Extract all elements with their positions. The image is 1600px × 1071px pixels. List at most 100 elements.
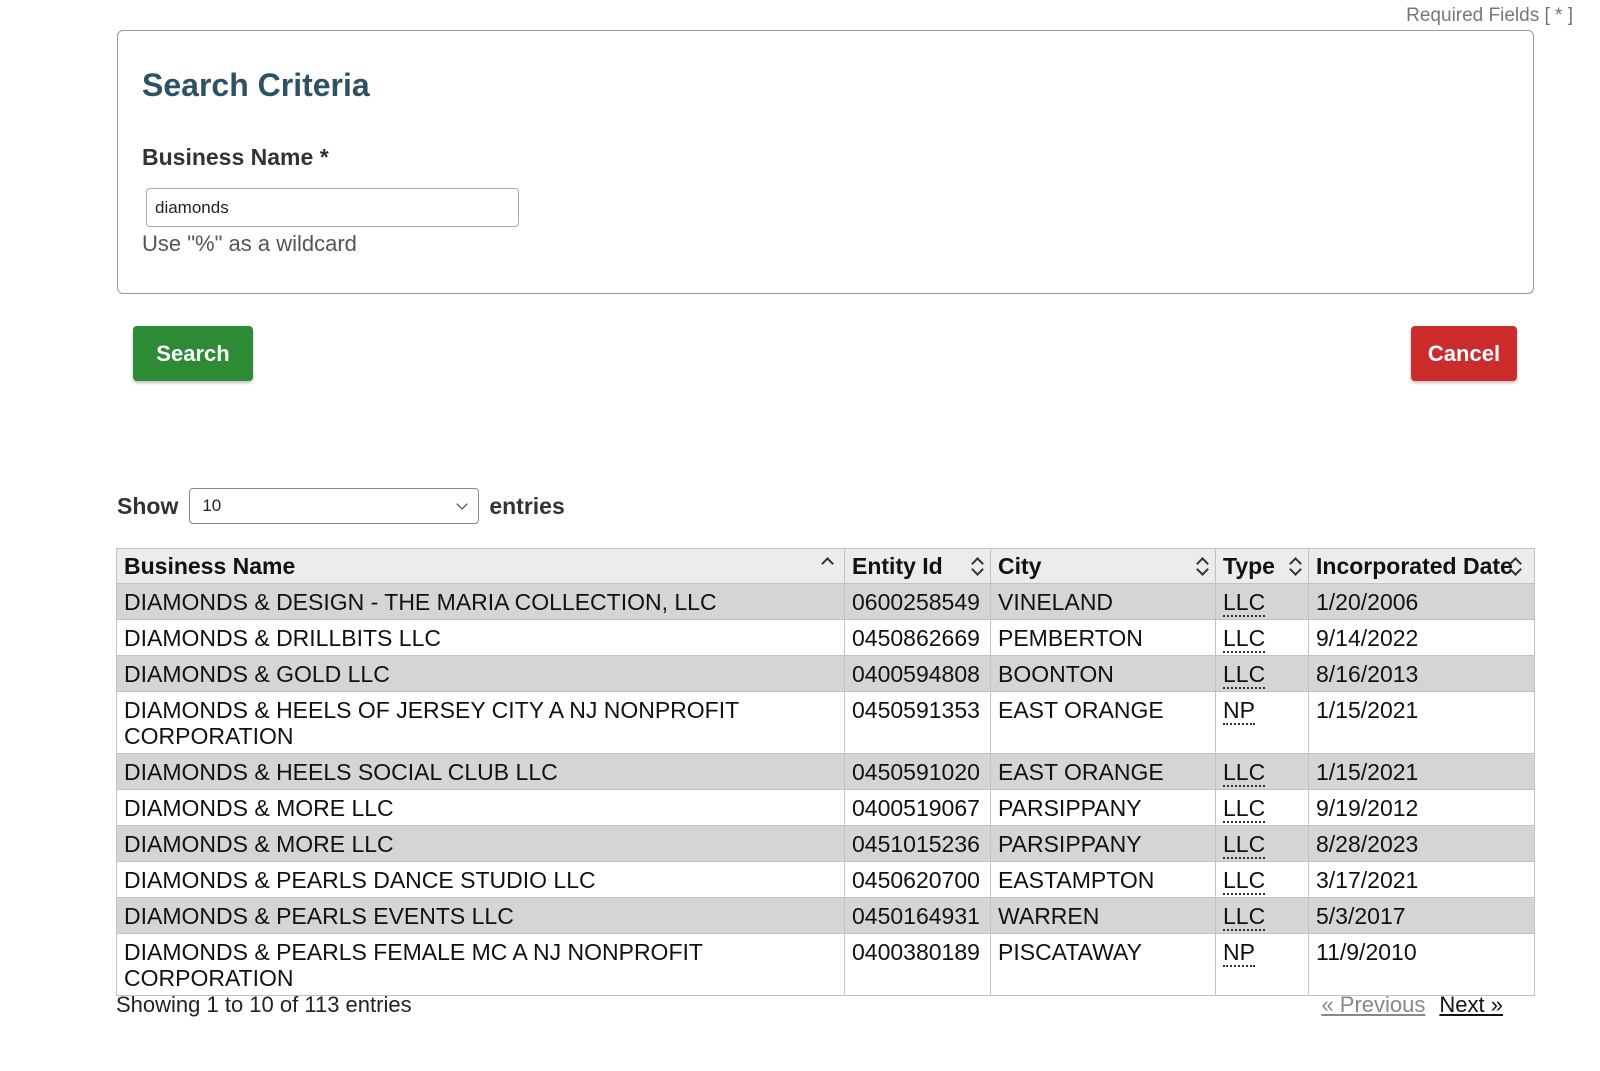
cell-type: LLC [1215, 789, 1309, 826]
type-abbr: LLC [1223, 903, 1266, 931]
sort-icon [970, 554, 984, 578]
type-abbr: LLC [1223, 831, 1266, 859]
cell-type: NP [1215, 933, 1309, 996]
type-abbr: LLC [1223, 625, 1266, 653]
cell-business-name[interactable]: DIAMONDS & HEELS SOCIAL CLUB LLC [116, 753, 845, 790]
cell-business-name[interactable]: DIAMONDS & HEELS OF JERSEY CITY A NJ NON… [116, 691, 845, 754]
sort-icon [1288, 554, 1302, 578]
cell-incorporated-date: 9/14/2022 [1308, 619, 1535, 656]
type-abbr: NP [1223, 697, 1255, 725]
type-abbr: LLC [1223, 759, 1266, 787]
type-abbr: LLC [1223, 867, 1266, 895]
sort-icon [1195, 554, 1209, 578]
cell-business-name[interactable]: DIAMONDS & DRILLBITS LLC [116, 619, 845, 656]
cell-entity-id: 0600258549 [844, 583, 991, 620]
cell-city: BOONTON [990, 655, 1216, 692]
col-header-entity-id[interactable]: Entity Id [844, 548, 991, 584]
business-name-label: Business Name * [142, 144, 329, 170]
cell-entity-id: 0400594808 [844, 655, 991, 692]
cell-city: PEMBERTON [990, 619, 1216, 656]
required-fields-note: Required Fields [ * ] [1406, 5, 1573, 26]
entries-per-page-value: 10 [202, 496, 222, 515]
table-row[interactable]: DIAMONDS & PEARLS DANCE STUDIO LLC 04506… [116, 861, 1535, 898]
table-row[interactable]: DIAMONDS & HEELS SOCIAL CLUB LLC 0450591… [116, 753, 1535, 790]
cell-entity-id: 0400519067 [844, 789, 991, 826]
cell-entity-id: 0450591353 [844, 691, 991, 754]
type-abbr: NP [1223, 939, 1255, 967]
cell-city: EASTAMPTON [990, 861, 1216, 898]
col-header-label: Entity Id [852, 553, 943, 579]
table-row[interactable]: DIAMONDS & MORE LLC 0400519067 PARSIPPAN… [116, 789, 1535, 826]
cell-type: LLC [1215, 655, 1309, 692]
cell-business-name[interactable]: DIAMONDS & PEARLS EVENTS LLC [116, 897, 845, 934]
cell-entity-id: 0400380189 [844, 933, 991, 996]
table-row[interactable]: DIAMONDS & HEELS OF JERSEY CITY A NJ NON… [116, 691, 1535, 754]
cell-type: LLC [1215, 825, 1309, 862]
cell-city: VINELAND [990, 583, 1216, 620]
col-header-label: Incorporated Date [1316, 553, 1513, 579]
sort-icon [1508, 554, 1522, 578]
cell-incorporated-date: 9/19/2012 [1308, 789, 1535, 826]
cell-city: EAST ORANGE [990, 691, 1216, 754]
type-abbr: LLC [1223, 589, 1266, 617]
cell-entity-id: 0450591020 [844, 753, 991, 790]
cell-business-name[interactable]: DIAMONDS & DESIGN - THE MARIA COLLECTION… [116, 583, 845, 620]
entries-per-page-select[interactable]: 10 [189, 488, 480, 524]
cell-city: EAST ORANGE [990, 753, 1216, 790]
cell-incorporated-date: 1/20/2006 [1308, 583, 1535, 620]
table-row[interactable]: DIAMONDS & PEARLS EVENTS LLC 0450164931 … [116, 897, 1535, 934]
col-header-city[interactable]: City [990, 548, 1216, 584]
cell-entity-id: 0451015236 [844, 825, 991, 862]
type-abbr: LLC [1223, 661, 1266, 689]
col-header-label: Business Name [124, 553, 296, 579]
table-info: Showing 1 to 10 of 113 entries [116, 992, 412, 1017]
cell-business-name[interactable]: DIAMONDS & MORE LLC [116, 789, 845, 826]
cell-city: PARSIPPANY [990, 789, 1216, 826]
chevron-down-icon [456, 498, 469, 510]
col-header-label: City [998, 553, 1042, 579]
cell-incorporated-date: 11/9/2010 [1308, 933, 1535, 996]
col-header-business-name[interactable]: Business Name [116, 548, 845, 584]
pagination: « Previous Next » [1321, 992, 1503, 1018]
cell-city: PARSIPPANY [990, 825, 1216, 862]
table-row[interactable]: DIAMONDS & DESIGN - THE MARIA COLLECTION… [116, 583, 1535, 620]
cell-business-name[interactable]: DIAMONDS & MORE LLC [116, 825, 845, 862]
results-table: Business Name Entity Id City Type Incorp… [116, 548, 1535, 996]
table-row[interactable]: DIAMONDS & MORE LLC 0451015236 PARSIPPAN… [116, 825, 1535, 862]
show-label: Show [117, 492, 179, 519]
cell-incorporated-date: 3/17/2021 [1308, 861, 1535, 898]
cell-entity-id: 0450862669 [844, 619, 991, 656]
table-row[interactable]: DIAMONDS & GOLD LLC 0400594808 BOONTON L… [116, 655, 1535, 692]
search-button[interactable]: Search [133, 326, 253, 381]
cell-entity-id: 0450164931 [844, 897, 991, 934]
cell-type: LLC [1215, 583, 1309, 620]
table-row[interactable]: DIAMONDS & PEARLS FEMALE MC A NJ NONPROF… [116, 933, 1535, 996]
cell-city: PISCATAWAY [990, 933, 1216, 996]
col-header-type[interactable]: Type [1215, 548, 1309, 584]
cell-business-name[interactable]: DIAMONDS & PEARLS DANCE STUDIO LLC [116, 861, 845, 898]
type-abbr: LLC [1223, 795, 1266, 823]
search-criteria-panel: Search Criteria Business Name * Use "%" … [117, 30, 1534, 294]
previous-page-link[interactable]: « Previous [1321, 992, 1425, 1018]
cell-type: NP [1215, 691, 1309, 754]
cell-type: LLC [1215, 753, 1309, 790]
cancel-button[interactable]: Cancel [1411, 326, 1517, 381]
cell-incorporated-date: 1/15/2021 [1308, 753, 1535, 790]
entries-length-control: Show 10 entries [117, 488, 565, 524]
cell-incorporated-date: 8/16/2013 [1308, 655, 1535, 692]
cell-city: WARREN [990, 897, 1216, 934]
cell-type: LLC [1215, 861, 1309, 898]
cell-incorporated-date: 5/3/2017 [1308, 897, 1535, 934]
search-criteria-title: Search Criteria [142, 67, 370, 103]
col-header-incorporated-date[interactable]: Incorporated Date [1308, 548, 1535, 584]
next-page-link[interactable]: Next » [1439, 992, 1503, 1018]
table-header-row: Business Name Entity Id City Type Incorp… [116, 548, 1535, 584]
cell-business-name[interactable]: DIAMONDS & GOLD LLC [116, 655, 845, 692]
cell-entity-id: 0450620700 [844, 861, 991, 898]
col-header-label: Type [1223, 553, 1275, 579]
business-name-input[interactable] [146, 188, 519, 227]
cell-business-name[interactable]: DIAMONDS & PEARLS FEMALE MC A NJ NONPROF… [116, 933, 845, 996]
cell-incorporated-date: 1/15/2021 [1308, 691, 1535, 754]
table-row[interactable]: DIAMONDS & DRILLBITS LLC 0450862669 PEMB… [116, 619, 1535, 656]
cell-incorporated-date: 8/28/2023 [1308, 825, 1535, 862]
